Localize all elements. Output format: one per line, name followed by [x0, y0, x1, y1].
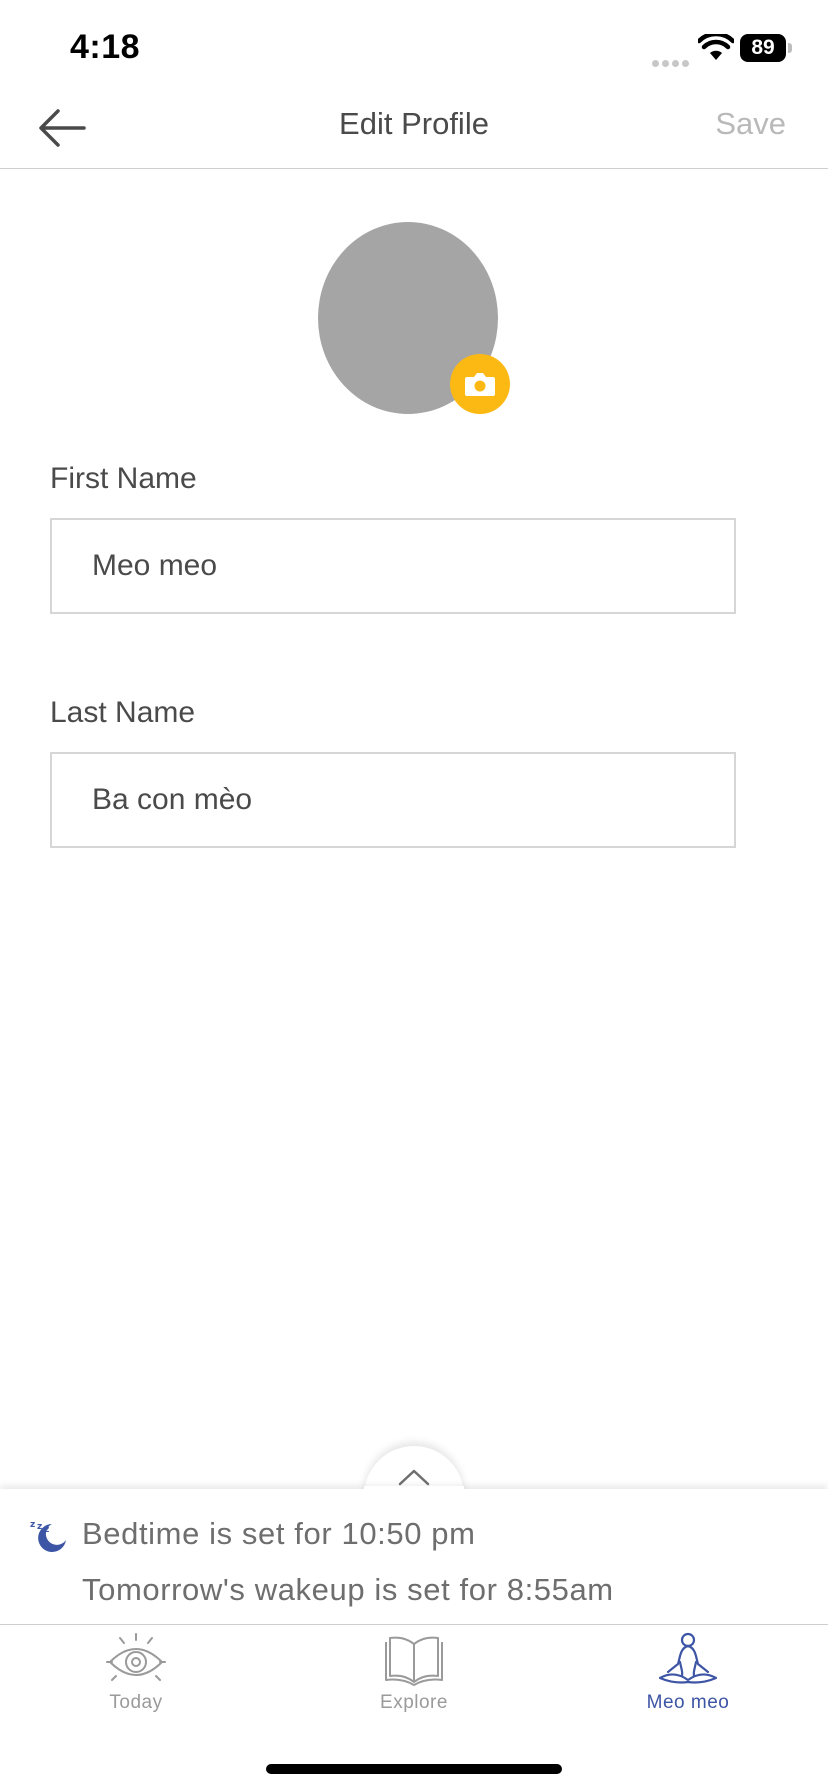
- tab-explore[interactable]: Explore: [324, 1632, 504, 1722]
- page-title: Edit Profile: [339, 106, 489, 141]
- tab-meo-meo-label: Meo meo: [646, 1692, 730, 1713]
- sleep-moon-icon: z z z: [30, 1520, 66, 1552]
- camera-icon: [465, 373, 495, 396]
- meditation-icon: [658, 1632, 718, 1684]
- tab-meo-meo[interactable]: Meo meo: [598, 1632, 778, 1722]
- battery-level: 89: [740, 34, 786, 62]
- tab-today[interactable]: Today: [46, 1632, 226, 1722]
- book-icon: [385, 1636, 443, 1686]
- wakeup-text: Tomorrow's wakeup is set for 8:55am: [82, 1572, 614, 1607]
- bedtime-text: Bedtime is set for 10:50 pm: [82, 1516, 476, 1551]
- status-bar: 4:18 89: [0, 0, 828, 96]
- wifi-icon: [698, 34, 734, 60]
- change-photo-button[interactable]: [450, 354, 510, 414]
- first-name-input[interactable]: [52, 520, 734, 612]
- home-indicator[interactable]: [266, 1764, 562, 1774]
- last-name-input[interactable]: [52, 754, 734, 846]
- first-name-field-box: [50, 518, 736, 614]
- nav-bar: Edit Profile Save: [0, 96, 828, 169]
- cellular-signal-icon: [652, 54, 692, 67]
- chevron-up-icon[interactable]: [398, 1468, 430, 1486]
- status-time: 4:18: [70, 28, 141, 66]
- tab-explore-label: Explore: [380, 1692, 448, 1713]
- last-name-label: Last Name: [50, 696, 196, 729]
- first-name-label: First Name: [50, 462, 197, 495]
- svg-text:z: z: [37, 1522, 42, 1532]
- svg-text:z: z: [44, 1525, 49, 1535]
- eye-icon: [106, 1633, 166, 1681]
- save-button[interactable]: Save: [715, 106, 786, 142]
- battery-icon: 89: [740, 34, 792, 62]
- svg-text:z: z: [30, 1520, 35, 1530]
- tab-today-label: Today: [109, 1692, 163, 1713]
- last-name-field-box: [50, 752, 736, 848]
